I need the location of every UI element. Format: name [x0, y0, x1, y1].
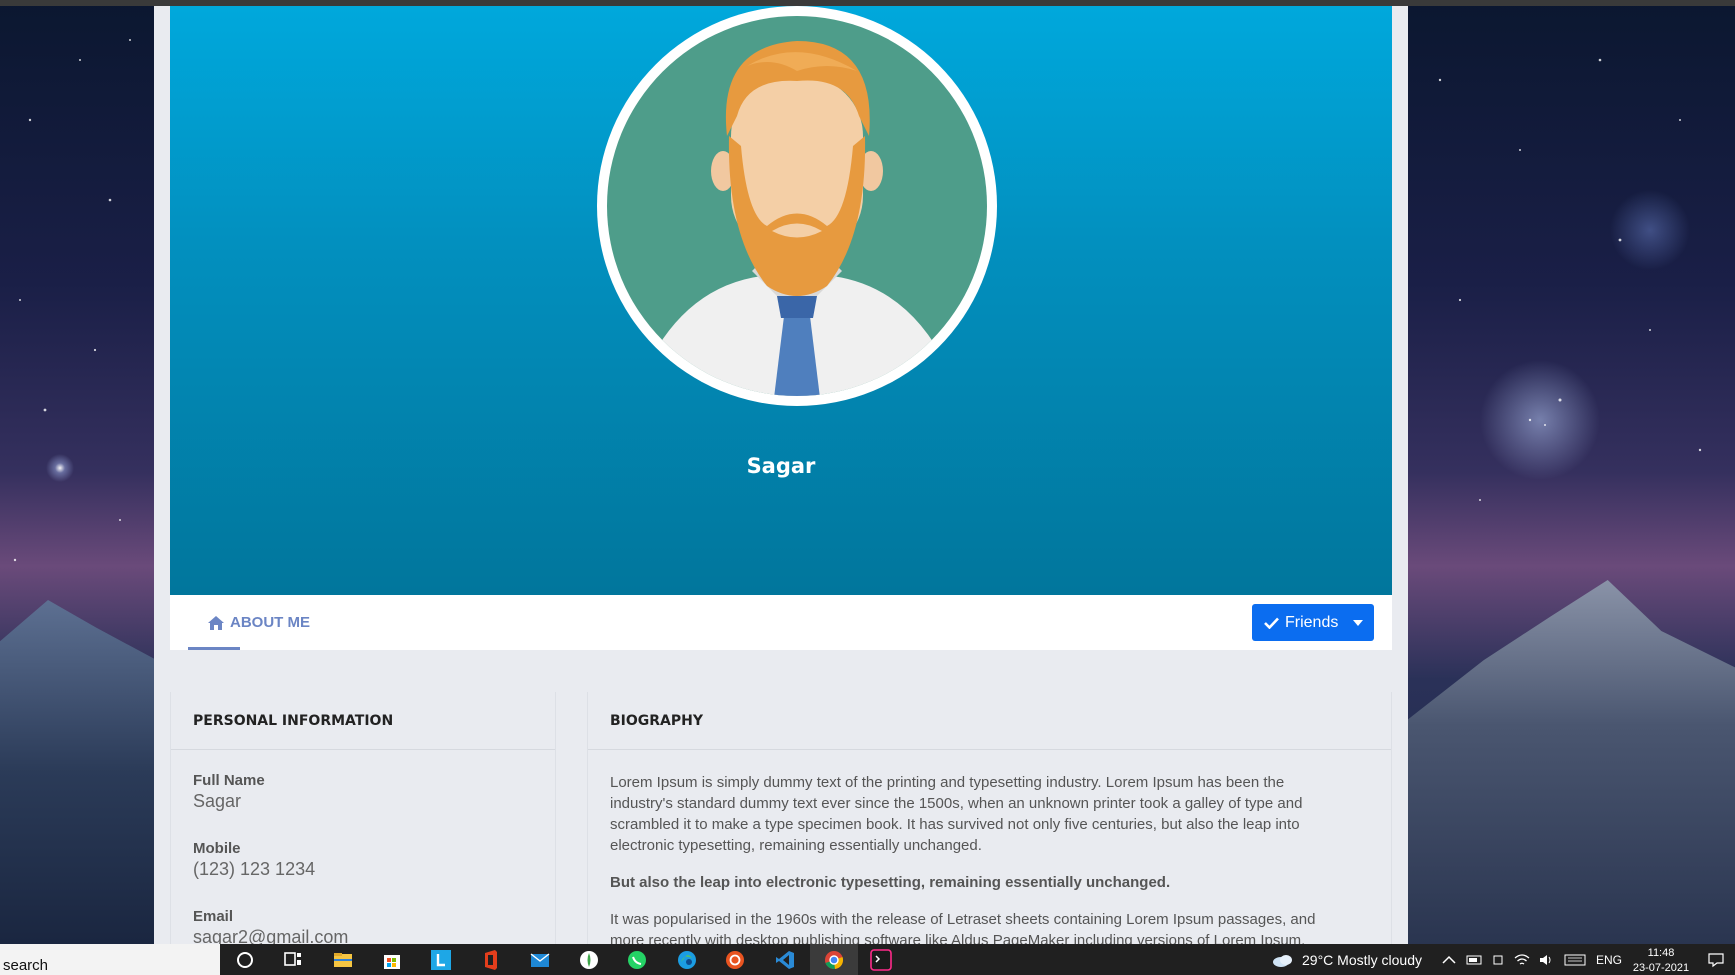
- clock-date: 23-07-2021: [1632, 962, 1690, 974]
- profile-avatar[interactable]: [577, 6, 1017, 426]
- node-icon[interactable]: [578, 949, 600, 971]
- biography-paragraph: It was popularised in the 1960s with the…: [610, 911, 1316, 944]
- chevron-up-icon[interactable]: [1442, 955, 1456, 965]
- full-name-value: Sagar: [193, 791, 242, 811]
- edge-icon[interactable]: [676, 949, 698, 971]
- weather-widget[interactable]: 29°C Mostly cloudy: [1272, 944, 1422, 975]
- input-language[interactable]: ENG: [1596, 953, 1622, 967]
- caret-down-icon: [1353, 619, 1363, 626]
- ubuntu-icon[interactable]: [724, 949, 746, 971]
- clock-time: 11:48: [1647, 947, 1675, 959]
- vscode-icon[interactable]: [774, 949, 796, 971]
- chrome-icon[interactable]: [823, 949, 845, 971]
- battery-icon[interactable]: [1466, 954, 1484, 966]
- profile-name: Sagar: [746, 454, 816, 478]
- friends-main-button[interactable]: Friends: [1252, 604, 1342, 641]
- taskbar-clock[interactable]: 11:48 23-07-2021: [1632, 946, 1690, 975]
- biography-paragraph: Lorem Ipsum is simply dummy text of the …: [610, 774, 1303, 854]
- profile-cover: Sagar: [170, 6, 1392, 595]
- cortana-icon[interactable]: [234, 949, 256, 971]
- profile-tab-bar: ABOUT ME Friends: [170, 595, 1392, 650]
- friends-label: Friends: [1285, 613, 1339, 631]
- email-value: sagar2@gmail.com: [193, 927, 349, 944]
- mobile-label: Mobile: [193, 840, 241, 857]
- windows-taskbar: search 29°C Mostly cloudy ENG 11:48 23-0…: [0, 944, 1735, 975]
- office-icon[interactable]: [480, 949, 502, 971]
- whatsapp-icon[interactable]: [626, 949, 648, 971]
- taskbar-search-box[interactable]: search: [0, 944, 220, 975]
- meet-now-icon[interactable]: [1492, 953, 1506, 967]
- wifi-icon[interactable]: [1514, 953, 1530, 967]
- active-tab-indicator: [188, 647, 240, 650]
- weather-text: 29°C Mostly cloudy: [1302, 951, 1422, 968]
- tab-about-me-label: ABOUT ME: [230, 614, 310, 631]
- l-app-icon[interactable]: [430, 949, 452, 971]
- email-label: Email: [193, 908, 234, 925]
- full-name-label: Full Name: [193, 772, 265, 789]
- system-tray-icons: ENG: [1442, 944, 1622, 975]
- file-explorer-icon[interactable]: [332, 949, 354, 971]
- biography-header: BIOGRAPHY: [588, 692, 1391, 750]
- check-icon: [1264, 617, 1279, 629]
- home-icon: [208, 615, 224, 630]
- biography-card: BIOGRAPHY Lorem Ipsum is simply dummy te…: [587, 692, 1392, 944]
- biography-body: Lorem Ipsum is simply dummy text of the …: [610, 772, 1350, 944]
- personal-information-card: PERSONAL INFORMATION Full Name Sagar Mob…: [170, 692, 556, 944]
- full-name-field: Full Name Sagar: [193, 772, 265, 812]
- email-field: Email sagar2@gmail.com: [193, 908, 348, 944]
- mobile-field: Mobile (123) 123 1234: [193, 840, 315, 880]
- task-view-icon[interactable]: [282, 949, 304, 971]
- store-icon[interactable]: [381, 949, 403, 971]
- biography-highlight: But also the leap into electronic typese…: [610, 874, 1171, 891]
- notification-icon[interactable]: [1708, 952, 1724, 968]
- terminal-icon[interactable]: [870, 949, 892, 971]
- profile-page: Sagar ABOUT ME Friends PERSONAL INFORMAT…: [154, 6, 1408, 944]
- mail-icon[interactable]: [529, 949, 551, 971]
- tab-about-me[interactable]: ABOUT ME: [188, 595, 330, 650]
- personal-information-header: PERSONAL INFORMATION: [171, 692, 555, 750]
- keyboard-icon[interactable]: [1564, 953, 1586, 967]
- volume-icon[interactable]: [1538, 953, 1554, 967]
- mobile-value: (123) 123 1234: [193, 859, 316, 879]
- friends-button[interactable]: Friends: [1252, 604, 1374, 641]
- friends-dropdown-toggle[interactable]: [1342, 604, 1374, 641]
- cloud-icon: [1273, 954, 1292, 967]
